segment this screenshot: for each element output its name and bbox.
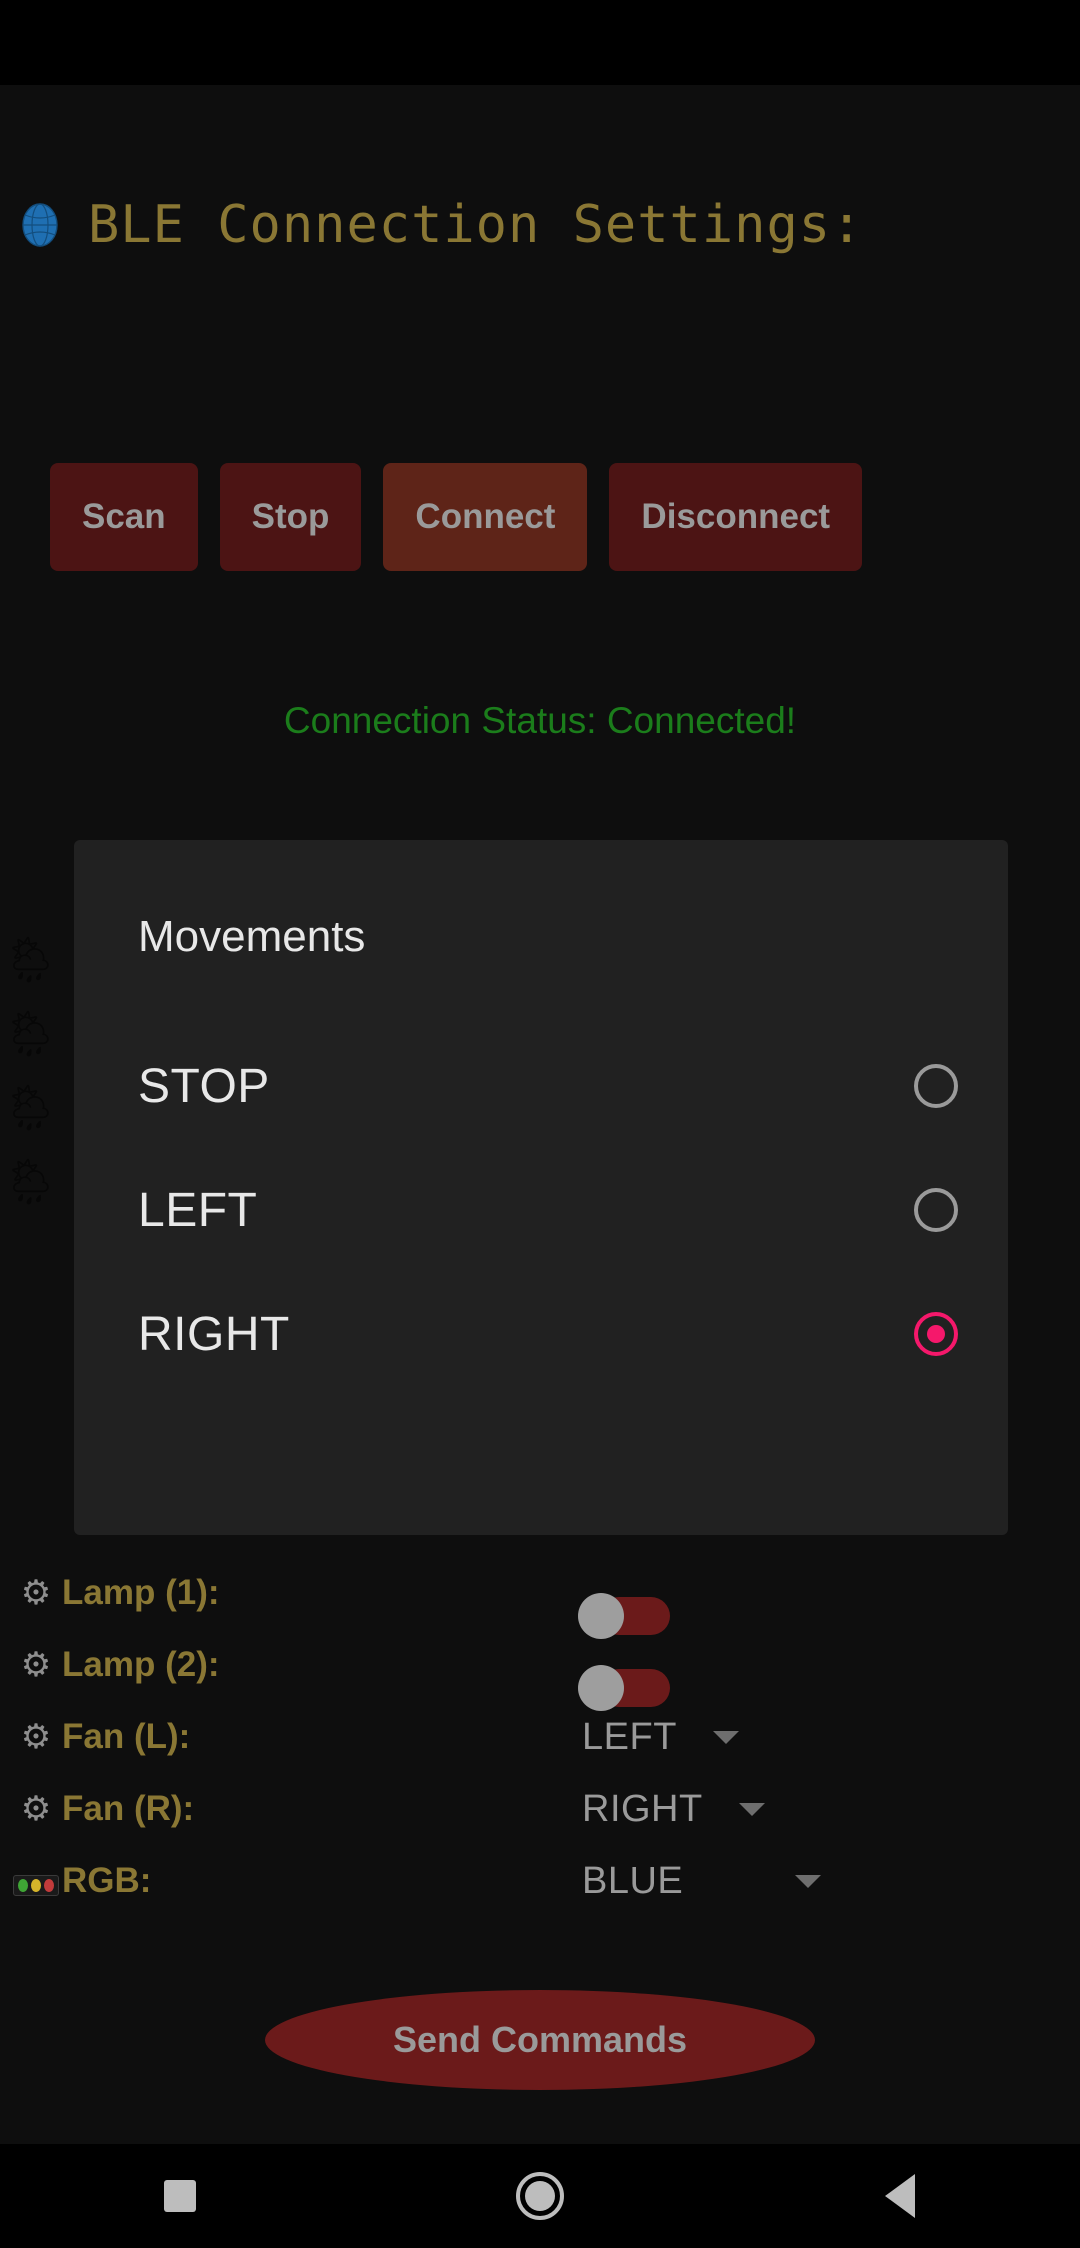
chevron-down-icon xyxy=(712,1730,739,1744)
dropdown-fan-right[interactable]: RIGHT xyxy=(582,1788,765,1831)
page-title: BLE Connection Settings: xyxy=(88,195,864,255)
gear-icon: ⚙ xyxy=(20,1574,52,1612)
setting-label-fan-right: Fan (R): xyxy=(62,1789,195,1828)
stop-button[interactable]: Stop xyxy=(219,463,362,571)
movement-option-label: STOP xyxy=(138,1059,270,1113)
movement-option-label: LEFT xyxy=(138,1183,258,1237)
gear-icon: ⚙ xyxy=(20,1790,52,1828)
dropdown[interactable]: BLUE xyxy=(582,1859,822,1903)
sun-behind-rain-cloud-icon: 🌦 xyxy=(2,1008,60,1059)
setting-row-lamp-2: ⚙ Lamp (2): xyxy=(0,1629,1080,1711)
radio-right[interactable] xyxy=(914,1312,958,1356)
radio-stop[interactable] xyxy=(914,1064,958,1108)
dropdown-value: BLUE xyxy=(582,1859,684,1902)
dropdown-value: RIGHT xyxy=(582,1787,703,1830)
settings-list: ⚙ Lamp (1): ⚙ Lamp (2): ⚙ Fan (L): LEFT … xyxy=(0,1557,1080,1917)
disconnect-button[interactable]: Disconnect xyxy=(609,463,863,571)
nav-back-button[interactable] xyxy=(720,2144,1080,2248)
setting-label-lamp-1: Lamp (1): xyxy=(62,1573,220,1612)
ble-button-row: Scan Stop Connect Disconnect xyxy=(50,463,863,571)
setting-row-fan-left: ⚙ Fan (L): LEFT xyxy=(0,1701,1080,1773)
setting-label-lamp-2: Lamp (2): xyxy=(62,1645,220,1684)
connect-button[interactable]: Connect xyxy=(383,463,588,571)
app-content: BLE Connection Settings: Scan Stop Conne… xyxy=(0,85,1080,2144)
movement-option-right[interactable]: RIGHT xyxy=(74,1272,1008,1396)
dropdown-fan-left[interactable]: LEFT xyxy=(582,1716,739,1759)
phone-screen: BLE Connection Settings: Scan Stop Conne… xyxy=(0,0,1080,2248)
chevron-down-icon xyxy=(738,1802,765,1816)
chevron-down-icon xyxy=(795,1874,822,1888)
nav-home-button[interactable] xyxy=(360,2144,720,2248)
rgb-dot-green xyxy=(18,1879,28,1892)
setting-row-rgb: RGB: BLUE xyxy=(0,1845,1080,1917)
rgb-led-icon xyxy=(10,1864,62,1898)
dropdown-rgb[interactable]: BLUE xyxy=(582,1859,822,1903)
page-title-row: BLE Connection Settings: xyxy=(18,195,863,255)
status-bar xyxy=(0,0,1080,85)
movement-option-label: RIGHT xyxy=(138,1307,290,1361)
android-navigation-bar xyxy=(0,2144,1080,2248)
connection-status-text: Connection Status: Connected! xyxy=(283,700,797,741)
nav-recents-button[interactable] xyxy=(0,2144,360,2248)
gear-icon: ⚙ xyxy=(20,1718,52,1756)
rgb-led-icon-box xyxy=(13,1875,59,1896)
sun-behind-rain-cloud-icon: 🌦 xyxy=(2,1156,60,1207)
dropdown[interactable]: LEFT xyxy=(582,1716,739,1759)
gear-icon: ⚙ xyxy=(20,1646,52,1684)
radio-left[interactable] xyxy=(914,1188,958,1232)
scan-button[interactable]: Scan xyxy=(50,463,198,571)
back-triangle-icon xyxy=(885,2174,915,2218)
sun-behind-rain-cloud-icon: 🌦 xyxy=(2,934,60,985)
sun-behind-rain-cloud-icon: 🌦 xyxy=(2,1082,60,1133)
movement-option-left[interactable]: LEFT xyxy=(74,1148,1008,1272)
dropdown-value: LEFT xyxy=(582,1715,677,1758)
setting-row-lamp-1: ⚙ Lamp (1): xyxy=(0,1557,1080,1639)
background-weather-icons: 🌦 🌦 🌦 🌦 xyxy=(0,923,76,1219)
movements-dialog: Movements STOP LEFT RIGHT xyxy=(74,840,1008,1535)
dropdown[interactable]: RIGHT xyxy=(582,1788,765,1831)
movement-option-stop[interactable]: STOP xyxy=(74,1024,1008,1148)
dialog-title: Movements xyxy=(138,912,366,961)
setting-row-fan-right: ⚙ Fan (R): RIGHT xyxy=(0,1773,1080,1845)
rgb-dot-yellow xyxy=(31,1879,41,1892)
rgb-dot-red xyxy=(44,1879,54,1892)
setting-label-fan-left: Fan (L): xyxy=(62,1717,191,1756)
setting-label-rgb: RGB: xyxy=(62,1861,152,1900)
recents-square-icon xyxy=(164,2180,196,2212)
send-commands-button[interactable]: Send Commands xyxy=(265,1990,815,2090)
home-circle-icon xyxy=(516,2172,564,2220)
globe-icon xyxy=(18,203,62,247)
